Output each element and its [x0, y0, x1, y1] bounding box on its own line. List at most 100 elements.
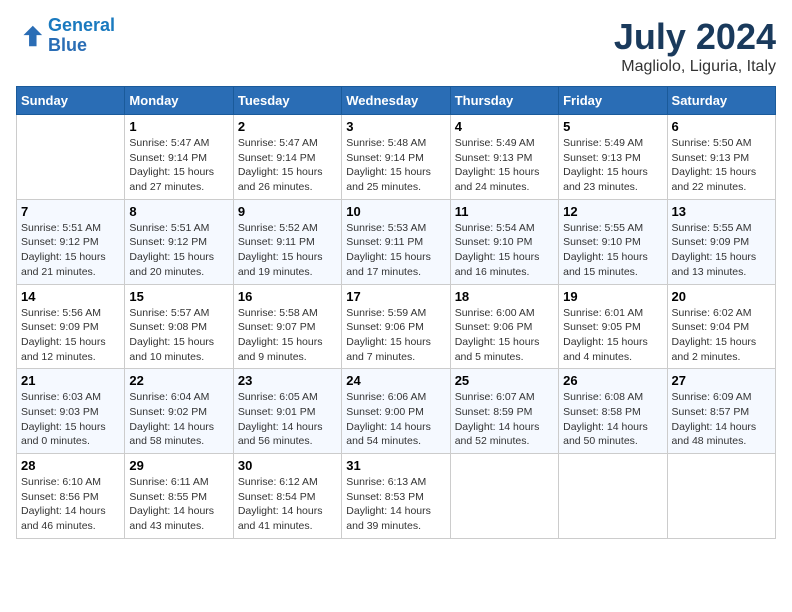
calendar-cell: 10 Sunrise: 5:53 AM Sunset: 9:11 PM Dayli…: [342, 199, 450, 284]
day-number: 11: [455, 204, 554, 219]
day-number: 22: [129, 373, 228, 388]
day-number: 21: [21, 373, 120, 388]
calendar-cell: [559, 454, 667, 539]
day-info: Sunrise: 6:08 AM Sunset: 8:58 PM Dayligh…: [563, 390, 662, 449]
day-number: 28: [21, 458, 120, 473]
day-info: Sunrise: 5:47 AM Sunset: 9:14 PM Dayligh…: [238, 136, 337, 195]
calendar-cell: 21 Sunrise: 6:03 AM Sunset: 9:03 PM Dayli…: [17, 369, 125, 454]
weekday-header-sunday: Sunday: [17, 87, 125, 115]
day-info: Sunrise: 5:53 AM Sunset: 9:11 PM Dayligh…: [346, 221, 445, 280]
day-number: 24: [346, 373, 445, 388]
weekday-header-thursday: Thursday: [450, 87, 558, 115]
calendar-table: SundayMondayTuesdayWednesdayThursdayFrid…: [16, 86, 776, 539]
weekday-header-tuesday: Tuesday: [233, 87, 341, 115]
calendar-cell: 18 Sunrise: 6:00 AM Sunset: 9:06 PM Dayli…: [450, 284, 558, 369]
day-number: 29: [129, 458, 228, 473]
calendar-cell: 24 Sunrise: 6:06 AM Sunset: 9:00 PM Dayli…: [342, 369, 450, 454]
day-info: Sunrise: 5:47 AM Sunset: 9:14 PM Dayligh…: [129, 136, 228, 195]
calendar-cell: 6Sunrise: 5:50 AM Sunset: 9:13 PM Daylig…: [667, 115, 775, 200]
day-info: Sunrise: 6:03 AM Sunset: 9:03 PM Dayligh…: [21, 390, 120, 449]
day-number: 4: [455, 119, 554, 134]
calendar-cell: 27 Sunrise: 6:09 AM Sunset: 8:57 PM Dayli…: [667, 369, 775, 454]
day-number: 6: [672, 119, 771, 134]
day-info: Sunrise: 6:01 AM Sunset: 9:05 PM Dayligh…: [563, 306, 662, 365]
day-info: Sunrise: 6:07 AM Sunset: 8:59 PM Dayligh…: [455, 390, 554, 449]
calendar-cell: 1 Sunrise: 5:47 AM Sunset: 9:14 PM Daylig…: [125, 115, 233, 200]
day-info: Sunrise: 5:49 AM Sunset: 9:13 PM Dayligh…: [563, 136, 662, 195]
day-info: Sunrise: 6:09 AM Sunset: 8:57 PM Dayligh…: [672, 390, 771, 449]
day-number: 25: [455, 373, 554, 388]
calendar-cell: 7Sunrise: 5:51 AM Sunset: 9:12 PM Daylig…: [17, 199, 125, 284]
calendar-cell: 5 Sunrise: 5:49 AM Sunset: 9:13 PM Daylig…: [559, 115, 667, 200]
calendar-cell: [17, 115, 125, 200]
calendar-cell: 30 Sunrise: 6:12 AM Sunset: 8:54 PM Dayli…: [233, 454, 341, 539]
calendar-cell: 25 Sunrise: 6:07 AM Sunset: 8:59 PM Dayli…: [450, 369, 558, 454]
calendar-week-row: 1 Sunrise: 5:47 AM Sunset: 9:14 PM Daylig…: [17, 115, 776, 200]
day-number: 14: [21, 289, 120, 304]
day-info: Sunrise: 5:48 AM Sunset: 9:14 PM Dayligh…: [346, 136, 445, 195]
calendar-cell: 2 Sunrise: 5:47 AM Sunset: 9:14 PM Daylig…: [233, 115, 341, 200]
calendar-cell: 15 Sunrise: 5:57 AM Sunset: 9:08 PM Dayli…: [125, 284, 233, 369]
calendar-week-row: 14 Sunrise: 5:56 AM Sunset: 9:09 PM Dayli…: [17, 284, 776, 369]
logo-text-line1: General: [48, 16, 115, 36]
day-info: Sunrise: 6:12 AM Sunset: 8:54 PM Dayligh…: [238, 475, 337, 534]
calendar-cell: 12Sunrise: 5:55 AM Sunset: 9:10 PM Dayli…: [559, 199, 667, 284]
calendar-cell: [667, 454, 775, 539]
calendar-cell: 16 Sunrise: 5:58 AM Sunset: 9:07 PM Dayli…: [233, 284, 341, 369]
calendar-cell: [450, 454, 558, 539]
day-info: Sunrise: 5:49 AM Sunset: 9:13 PM Dayligh…: [455, 136, 554, 195]
day-number: 20: [672, 289, 771, 304]
day-info: Sunrise: 5:55 AM Sunset: 9:10 PM Dayligh…: [563, 221, 662, 280]
day-number: 8: [129, 204, 228, 219]
calendar-subtitle: Magliolo, Liguria, Italy: [614, 58, 776, 76]
day-info: Sunrise: 5:51 AM Sunset: 9:12 PM Dayligh…: [21, 221, 120, 280]
calendar-title: July 2024: [614, 16, 776, 58]
logo: General Blue: [16, 16, 115, 56]
weekday-header-saturday: Saturday: [667, 87, 775, 115]
day-number: 3: [346, 119, 445, 134]
day-info: Sunrise: 6:00 AM Sunset: 9:06 PM Dayligh…: [455, 306, 554, 365]
calendar-cell: 13 Sunrise: 5:55 AM Sunset: 9:09 PM Dayli…: [667, 199, 775, 284]
calendar-cell: 9Sunrise: 5:52 AM Sunset: 9:11 PM Daylig…: [233, 199, 341, 284]
day-number: 31: [346, 458, 445, 473]
day-info: Sunrise: 6:04 AM Sunset: 9:02 PM Dayligh…: [129, 390, 228, 449]
weekday-header-friday: Friday: [559, 87, 667, 115]
day-number: 17: [346, 289, 445, 304]
day-number: 13: [672, 204, 771, 219]
day-number: 26: [563, 373, 662, 388]
weekday-header-wednesday: Wednesday: [342, 87, 450, 115]
calendar-week-row: 21 Sunrise: 6:03 AM Sunset: 9:03 PM Dayli…: [17, 369, 776, 454]
day-number: 30: [238, 458, 337, 473]
title-block: July 2024 Magliolo, Liguria, Italy: [614, 16, 776, 76]
day-info: Sunrise: 6:10 AM Sunset: 8:56 PM Dayligh…: [21, 475, 120, 534]
day-number: 15: [129, 289, 228, 304]
day-number: 2: [238, 119, 337, 134]
day-info: Sunrise: 5:56 AM Sunset: 9:09 PM Dayligh…: [21, 306, 120, 365]
logo-icon: [16, 22, 44, 50]
day-info: Sunrise: 6:02 AM Sunset: 9:04 PM Dayligh…: [672, 306, 771, 365]
day-number: 1: [129, 119, 228, 134]
day-number: 27: [672, 373, 771, 388]
day-number: 5: [563, 119, 662, 134]
calendar-cell: 28 Sunrise: 6:10 AM Sunset: 8:56 PM Dayli…: [17, 454, 125, 539]
day-info: Sunrise: 5:55 AM Sunset: 9:09 PM Dayligh…: [672, 221, 771, 280]
day-info: Sunrise: 6:05 AM Sunset: 9:01 PM Dayligh…: [238, 390, 337, 449]
weekday-header-monday: Monday: [125, 87, 233, 115]
day-number: 10: [346, 204, 445, 219]
calendar-cell: 4 Sunrise: 5:49 AM Sunset: 9:13 PM Daylig…: [450, 115, 558, 200]
day-number: 18: [455, 289, 554, 304]
day-number: 23: [238, 373, 337, 388]
day-info: Sunrise: 5:57 AM Sunset: 9:08 PM Dayligh…: [129, 306, 228, 365]
calendar-cell: 19Sunrise: 6:01 AM Sunset: 9:05 PM Dayli…: [559, 284, 667, 369]
day-info: Sunrise: 6:06 AM Sunset: 9:00 PM Dayligh…: [346, 390, 445, 449]
calendar-header-row: SundayMondayTuesdayWednesdayThursdayFrid…: [17, 87, 776, 115]
day-info: Sunrise: 5:54 AM Sunset: 9:10 PM Dayligh…: [455, 221, 554, 280]
day-info: Sunrise: 5:58 AM Sunset: 9:07 PM Dayligh…: [238, 306, 337, 365]
day-info: Sunrise: 5:52 AM Sunset: 9:11 PM Dayligh…: [238, 221, 337, 280]
day-info: Sunrise: 5:59 AM Sunset: 9:06 PM Dayligh…: [346, 306, 445, 365]
day-number: 16: [238, 289, 337, 304]
calendar-cell: 22 Sunrise: 6:04 AM Sunset: 9:02 PM Dayli…: [125, 369, 233, 454]
calendar-cell: 11 Sunrise: 5:54 AM Sunset: 9:10 PM Dayli…: [450, 199, 558, 284]
calendar-cell: 20 Sunrise: 6:02 AM Sunset: 9:04 PM Dayli…: [667, 284, 775, 369]
calendar-week-row: 28 Sunrise: 6:10 AM Sunset: 8:56 PM Dayli…: [17, 454, 776, 539]
